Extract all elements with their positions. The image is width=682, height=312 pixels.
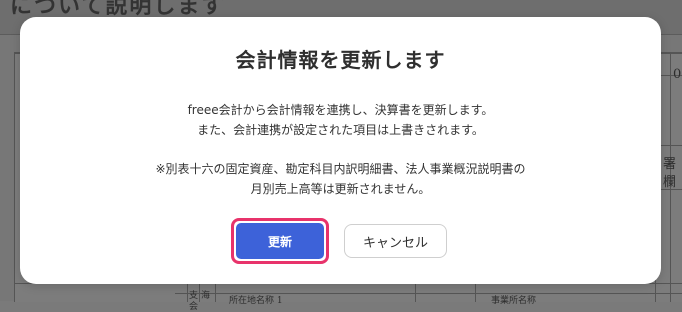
dialog-description-line: freee会計から会計情報を連携し、決算書を更新します。 [187, 103, 494, 117]
dialog-note: ※別表十六の固定資産、勘定科目内訳明細書、法人事業概況説明書の 月別売上高等は更… [20, 159, 661, 199]
dialog-note-line: 月別売上高等は更新されません。 [250, 182, 431, 196]
cancel-button[interactable]: キャンセル [344, 224, 447, 258]
form-fragment: 欄 [663, 175, 677, 190]
update-accounting-dialog: 会計情報を更新します freee会計から会計情報を連携し、決算書を更新します。 … [20, 17, 661, 284]
dialog-note-line: ※別表十六の固定資産、勘定科目内訳明細書、法人事業概況説明書の [155, 162, 526, 176]
dialog-description: freee会計から会計情報を連携し、決算書を更新します。 また、会計連携が設定さ… [20, 100, 661, 140]
form-fragment: 海 [201, 291, 211, 301]
dialog-description-line: また、会計連携が設定された項目は上書きされます。 [197, 123, 484, 137]
form-fragment: 署 [663, 157, 677, 172]
form-fragment: 所在地名称 1 [229, 296, 283, 306]
update-button[interactable]: 更新 [236, 223, 324, 259]
form-fragment: 事業所名称 [491, 296, 537, 306]
form-fragment: 0 [673, 67, 682, 82]
dialog-title: 会計情報を更新します [235, 48, 446, 72]
